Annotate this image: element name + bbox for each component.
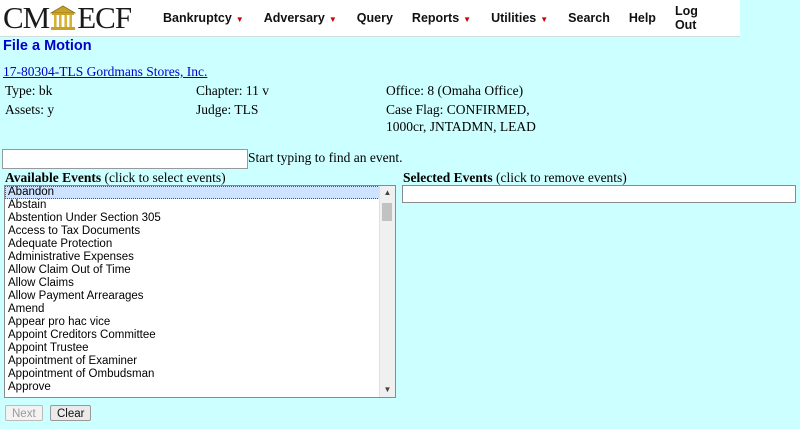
list-item[interactable]: Amend (5, 303, 380, 316)
case-judge: Judge: TLS (196, 102, 259, 117)
list-item[interactable]: Allow Claims (5, 277, 380, 290)
clear-button[interactable]: Clear (50, 405, 92, 421)
top-navigation-bar: CM ECF Bankruptcy ▼ Adversary ▼ Query Repo… (0, 0, 740, 37)
list-item[interactable]: Adequate Protection (5, 238, 380, 251)
event-search-hint: Start typing to find an event. (248, 150, 403, 165)
main-menu: Bankruptcy ▼ Adversary ▼ Query Reports ▼ Ut… (163, 0, 740, 36)
menu-adversary[interactable]: Adversary ▼ (264, 11, 337, 25)
selected-events-list[interactable] (402, 185, 796, 203)
list-item[interactable]: Allow Payment Arrearages (5, 290, 380, 303)
menu-label: Adversary (263, 11, 325, 25)
selected-events-label: Selected Events (click to remove events) (403, 170, 627, 186)
menu-label: Search (568, 11, 610, 25)
case-type: Type: bk (5, 83, 53, 98)
logo-text-left: CM (3, 0, 50, 35)
list-item[interactable]: Appoint Trustee (5, 342, 380, 355)
case-flag-line2: 1000cr, JNTADMN, LEAD (386, 119, 536, 134)
available-events-label: Available Events (click to select events… (5, 170, 226, 186)
logo-text-right: ECF (77, 0, 132, 35)
list-item[interactable]: Abstain (5, 199, 380, 212)
available-events-instruction: (click to select events) (101, 170, 226, 185)
available-events-list[interactable]: Abandon Abstain Abstention Under Section 3… (4, 185, 396, 398)
next-button[interactable]: Next (5, 405, 43, 421)
list-scrollbar[interactable]: ▲ ▼ (379, 186, 395, 397)
scroll-up-arrow-icon[interactable]: ▲ (380, 186, 395, 200)
dropdown-caret-icon: ▼ (463, 15, 472, 24)
list-item[interactable]: Administrative Expenses (5, 251, 380, 264)
menu-label: Bankruptcy (163, 11, 232, 25)
dropdown-caret-icon: ▼ (328, 15, 337, 24)
selected-events-heading: Selected Events (403, 170, 493, 185)
case-office: Office: 8 (Omaha Office) (386, 83, 524, 98)
list-item[interactable]: Approve (5, 381, 380, 394)
menu-label: Query (356, 11, 393, 25)
dropdown-caret-icon: ▼ (235, 15, 244, 24)
case-flag-line1: Case Flag: CONFIRMED, (386, 102, 530, 117)
courthouse-icon (50, 5, 77, 30)
list-item[interactable]: Appointment of Ombudsman (5, 368, 380, 381)
menu-help[interactable]: Help (629, 11, 656, 25)
list-item[interactable]: Access to Tax Documents (5, 225, 380, 238)
event-search-input[interactable] (2, 149, 248, 169)
menu-bankruptcy[interactable]: Bankruptcy ▼ (163, 11, 244, 25)
menu-query[interactable]: Query (357, 11, 393, 25)
case-chapter: Chapter: 11 v (196, 83, 269, 98)
menu-label: Utilities (491, 11, 537, 25)
menu-search[interactable]: Search (568, 11, 610, 25)
case-assets: Assets: y (5, 102, 55, 117)
menu-label: Reports (411, 11, 460, 25)
scrollbar-thumb[interactable] (382, 203, 392, 221)
menu-label: Help (628, 11, 656, 25)
page-title: File a Motion (3, 38, 92, 54)
scroll-down-arrow-icon[interactable]: ▼ (380, 383, 395, 397)
case-link[interactable]: 17-80304-TLS Gordmans Stores, Inc. (3, 64, 207, 80)
list-item[interactable]: Allow Claim Out of Time (5, 264, 380, 277)
list-item[interactable]: Abandon (5, 186, 380, 199)
list-item[interactable]: Appointment of Examiner (5, 355, 380, 368)
list-item[interactable]: Appear pro hac vice (5, 316, 380, 329)
dropdown-caret-icon: ▼ (540, 15, 549, 24)
cmecf-logo[interactable]: CM ECF (3, 0, 132, 35)
available-events-rows: Abandon Abstain Abstention Under Section 3… (5, 186, 380, 394)
available-events-heading: Available Events (5, 170, 102, 185)
menu-log-out[interactable]: Log Out (675, 4, 721, 32)
menu-utilities[interactable]: Utilities ▼ (491, 11, 548, 25)
menu-reports[interactable]: Reports ▼ (412, 11, 471, 25)
selected-events-instruction: (click to remove events) (492, 170, 627, 185)
menu-label: Log Out (674, 4, 698, 32)
list-item[interactable]: Appoint Creditors Committee (5, 329, 380, 342)
list-item[interactable]: Abstention Under Section 305 (5, 212, 380, 225)
